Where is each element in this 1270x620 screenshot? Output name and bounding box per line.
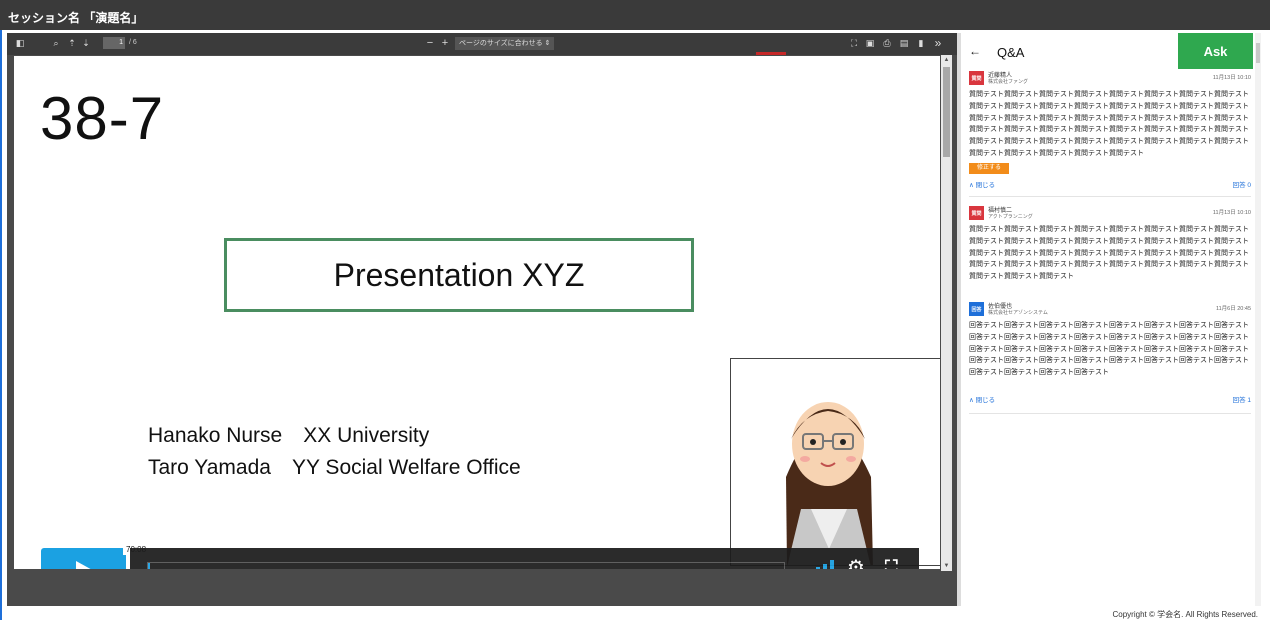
play-button[interactable] — [41, 548, 126, 569]
scrollbar-thumb[interactable] — [943, 67, 950, 157]
qa-scrollbar[interactable] — [1255, 33, 1261, 606]
session-title: セッション名 「演題名」 — [8, 11, 144, 25]
author-line-1: Hanako Nurse XX University — [148, 424, 430, 447]
post-date: 11月6日 20:45 — [1215, 306, 1251, 312]
pdf-toolbar: ◧ ⌕ ⇡ ⇣ 1 / 6 − + ページのサイズに合わせる ⇕ ⛶ ▣ ⎙ ▤… — [7, 33, 957, 55]
active-marker — [756, 52, 786, 55]
qa-scrollbar-thumb[interactable] — [1256, 43, 1260, 63]
chevron-down-icon: ⇕ — [544, 40, 551, 47]
post-org: 株式会社ファング — [988, 79, 1029, 85]
player-control-bar: ⚙ ⛶ — [130, 548, 919, 569]
collapse-label: 閉じる — [975, 397, 996, 404]
post-divider — [969, 413, 1251, 414]
back-arrow-icon[interactable]: ← — [969, 44, 981, 58]
qa-panel: ← Q&A Ask 質問 近藤精人 株式会社ファング 11月13日 10:10 … — [961, 33, 1261, 606]
question-badge: 質問 — [969, 71, 984, 85]
fullscreen-icon[interactable]: ⛶ — [885, 558, 898, 569]
tools-more-button[interactable]: » — [933, 37, 943, 49]
post-date: 11月13日 10:10 — [1212, 210, 1251, 216]
presentation-mode-icon[interactable]: ⛶ — [849, 38, 859, 48]
viewer-scrollbar[interactable]: ▲ ▼ — [941, 55, 952, 571]
slide-authors: Hanako Nurse XX University Taro Yamada Y… — [148, 420, 521, 484]
answer-count[interactable]: 回答 1 — [1233, 394, 1251, 404]
volume-icon[interactable] — [802, 560, 836, 569]
ask-button[interactable]: Ask — [1178, 33, 1253, 69]
post-body: 質問テスト質問テスト質問テスト質問テスト質問テスト質問テスト質問テスト質問テスト… — [969, 91, 1249, 157]
download-icon[interactable]: ▤ — [899, 38, 909, 48]
collapse-link[interactable]: ∧ 閉じる — [969, 394, 995, 404]
qa-post-1: 質問 近藤精人 株式会社ファング 11月13日 10:10 質問テスト質問テスト… — [969, 71, 1251, 191]
zoom-select[interactable]: ページのサイズに合わせる ⇕ — [455, 37, 555, 50]
post-body: 質問テスト質問テスト質問テスト質問テスト質問テスト質問テスト質問テスト質問テスト… — [969, 226, 1249, 281]
seek-bar[interactable] — [147, 562, 785, 569]
seek-progress — [148, 563, 150, 569]
volume-bar — [823, 563, 827, 569]
presenter-illustration — [786, 402, 873, 565]
post-org: 株式会社セアゾンシステム — [988, 310, 1048, 316]
video-player: 70:08 ⚙ ⛶ — [41, 544, 919, 569]
collapse-link[interactable]: ∧ 閉じる — [969, 179, 995, 189]
play-icon — [75, 560, 96, 569]
bookmark-icon[interactable]: ▮ — [916, 38, 926, 48]
session-title-bar: セッション名 「演題名」 — [0, 0, 1270, 30]
collapse-label: 閉じる — [975, 182, 996, 189]
search-icon[interactable]: ⌕ — [51, 38, 61, 48]
answer-count[interactable]: 回答 0 — [1233, 179, 1251, 189]
copyright-footer: Copyright © 学会名. All Rights Reserved. — [1112, 610, 1259, 619]
page-number-input[interactable]: 1 — [103, 37, 125, 49]
zoom-select-value: ページのサイズに合わせる — [459, 40, 543, 47]
qa-header: ← Q&A Ask — [961, 33, 1261, 69]
open-file-icon[interactable]: ▣ — [865, 38, 875, 48]
presenter-camera — [730, 358, 940, 566]
post-divider — [969, 196, 1251, 197]
page-total: / 6 — [129, 39, 137, 46]
zoom-out-button[interactable]: − — [425, 38, 435, 49]
print-icon[interactable]: ⎙ — [882, 38, 892, 48]
ask-button-label: Ask — [1203, 43, 1228, 59]
slide-title: Presentation XYZ — [333, 256, 585, 293]
post-body: 回答テスト回答テスト回答テスト回答テスト回答テスト回答テスト回答テスト回答テスト… — [969, 322, 1249, 377]
chevron-up-icon: ∧ — [969, 397, 974, 404]
answer-badge: 回答 — [969, 302, 984, 316]
question-badge: 質問 — [969, 206, 984, 220]
slide-title-box: Presentation XYZ — [224, 238, 694, 312]
post-date: 11月13日 10:10 — [1212, 75, 1251, 81]
post-org: アクトプランニング — [988, 214, 1033, 220]
scroll-down-icon[interactable]: ▼ — [942, 563, 951, 569]
volume-bar — [830, 560, 834, 569]
zoom-in-button[interactable]: + — [440, 38, 450, 49]
slide-number: 38-7 — [40, 85, 165, 152]
gear-icon[interactable]: ⚙ — [847, 558, 865, 569]
chevron-up-icon: ∧ — [969, 182, 974, 189]
next-page-icon[interactable]: ⇣ — [81, 38, 91, 48]
edit-button[interactable]: 修正する — [969, 163, 1009, 174]
sidebar-toggle-icon[interactable]: ◧ — [15, 38, 25, 48]
author-line-2: Taro Yamada YY Social Welfare Office — [148, 456, 521, 479]
left-edge-accent — [0, 30, 2, 620]
previous-page-icon[interactable]: ⇡ — [67, 38, 77, 48]
pdf-viewer: ◧ ⌕ ⇡ ⇣ 1 / 6 − + ページのサイズに合わせる ⇕ ⛶ ▣ ⎙ ▤… — [7, 33, 957, 606]
qa-post-2: 質問 福村慎二 アクトプランニング 11月13日 10:10 質問テスト質問テス… — [969, 206, 1251, 296]
slide-page: 38-7 Presentation XYZ Hanako Nurse XX Un… — [14, 56, 940, 569]
volume-bar — [816, 567, 820, 569]
qa-post-3: 回答 佐伯優也 株式会社セアゾンシステム 11月6日 20:45 回答テスト回答… — [969, 302, 1251, 412]
scroll-up-icon[interactable]: ▲ — [942, 57, 951, 63]
qa-title: Q&A — [997, 45, 1025, 60]
